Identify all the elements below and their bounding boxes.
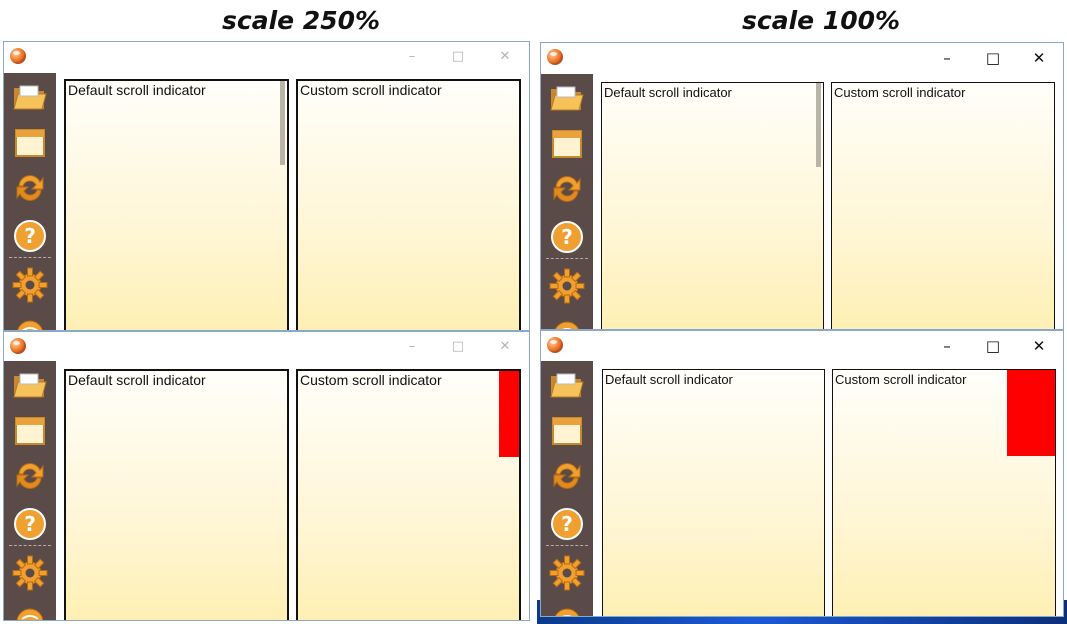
app-icon (547, 49, 563, 65)
window-icon[interactable] (549, 413, 585, 449)
window-scale-250-bottom: – □ ✕ ? Default scroll indicator Custom … (3, 331, 530, 621)
pane-custom-scroll[interactable]: Custom scroll indicator (832, 369, 1056, 616)
settings-gear-icon[interactable] (549, 268, 585, 304)
minimize-button[interactable]: – (936, 335, 958, 357)
pane-custom-scroll[interactable]: Custom scroll indicator (296, 79, 521, 330)
window-scale-100-bottom: – □ ✕ ? Default scroll indicator Custom … (540, 330, 1064, 617)
close-button[interactable]: ✕ (494, 46, 516, 68)
window-icon[interactable] (549, 126, 585, 162)
exit-ball-icon[interactable] (549, 601, 585, 616)
open-folder-icon[interactable] (549, 367, 585, 403)
help-icon[interactable]: ? (549, 219, 585, 255)
app-icon (547, 337, 563, 353)
window-icon[interactable] (12, 125, 48, 161)
title-bar: – □ ✕ (541, 43, 1063, 73)
settings-gear-icon[interactable] (12, 267, 48, 303)
sidebar-separator (546, 545, 588, 546)
refresh-icon[interactable] (549, 171, 585, 207)
pane-label-default: Default scroll indicator (604, 85, 732, 100)
sidebar: ? (541, 361, 593, 616)
scroll-indicator-custom[interactable] (1007, 370, 1055, 456)
pane-label-custom: Custom scroll indicator (835, 372, 967, 387)
scroll-indicator-custom[interactable] (499, 371, 519, 457)
close-button[interactable]: ✕ (1028, 335, 1050, 357)
settings-gear-icon[interactable] (549, 555, 585, 591)
title-bar: – □ ✕ (4, 42, 529, 72)
open-folder-icon[interactable] (549, 80, 585, 116)
pane-custom-scroll[interactable]: Custom scroll indicator (296, 369, 521, 620)
sidebar-separator (546, 258, 588, 259)
exit-ball-icon[interactable] (12, 313, 48, 330)
close-button[interactable]: ✕ (1028, 47, 1050, 69)
window-icon[interactable] (12, 413, 48, 449)
help-icon[interactable]: ? (12, 506, 48, 542)
minimize-button[interactable]: – (401, 46, 423, 68)
svg-text:?: ? (561, 225, 573, 249)
maximize-button[interactable]: □ (982, 335, 1004, 357)
pane-label-custom: Custom scroll indicator (834, 85, 966, 100)
help-icon[interactable]: ? (549, 506, 585, 542)
open-folder-icon[interactable] (12, 79, 48, 115)
app-icon (10, 338, 26, 354)
exit-ball-icon[interactable] (12, 601, 48, 620)
minimize-button[interactable]: – (936, 47, 958, 69)
maximize-button[interactable]: □ (447, 46, 469, 68)
window-scale-100-top: – □ ✕ ? Default scroll indicator Custom … (540, 42, 1064, 330)
svg-text:?: ? (24, 512, 36, 536)
pane-label-default: Default scroll indicator (605, 372, 733, 387)
heading-scale-100: scale 100% (742, 6, 901, 35)
pane-custom-scroll[interactable]: Custom scroll indicator (831, 82, 1055, 329)
close-button[interactable]: ✕ (494, 336, 516, 358)
heading-scale-250: scale 250% (222, 6, 381, 35)
svg-text:?: ? (561, 512, 573, 536)
scroll-indicator-default[interactable] (280, 81, 285, 165)
open-folder-icon[interactable] (12, 367, 48, 403)
refresh-icon[interactable] (549, 458, 585, 494)
title-bar: – □ ✕ (541, 331, 1063, 361)
sidebar-separator (9, 545, 51, 546)
title-bar: – □ ✕ (4, 332, 529, 362)
sidebar: ? (541, 74, 593, 329)
pane-default-scroll[interactable]: Default scroll indicator (64, 369, 289, 620)
sidebar-separator (9, 257, 51, 258)
sidebar: ? (4, 361, 56, 620)
maximize-button[interactable]: □ (447, 336, 469, 358)
sidebar: ? (4, 73, 56, 330)
pane-label-default: Default scroll indicator (68, 82, 206, 98)
pane-default-scroll[interactable]: Default scroll indicator (64, 79, 289, 330)
exit-ball-icon[interactable] (549, 314, 585, 329)
pane-label-default: Default scroll indicator (68, 372, 206, 388)
svg-text:?: ? (24, 224, 36, 248)
pane-default-scroll[interactable]: Default scroll indicator (601, 82, 824, 329)
window-scale-250-top: – □ ✕ ? Default scroll indicator Custom … (3, 41, 530, 331)
help-icon[interactable]: ? (12, 218, 48, 254)
settings-gear-icon[interactable] (12, 555, 48, 591)
pane-default-scroll[interactable]: Default scroll indicator (602, 369, 825, 616)
app-icon (10, 48, 26, 64)
refresh-icon[interactable] (12, 170, 48, 206)
maximize-button[interactable]: □ (982, 47, 1004, 69)
scroll-indicator-default[interactable] (816, 83, 821, 167)
pane-label-custom: Custom scroll indicator (300, 372, 442, 388)
pane-label-custom: Custom scroll indicator (300, 82, 442, 98)
minimize-button[interactable]: – (401, 336, 423, 358)
refresh-icon[interactable] (12, 458, 48, 494)
